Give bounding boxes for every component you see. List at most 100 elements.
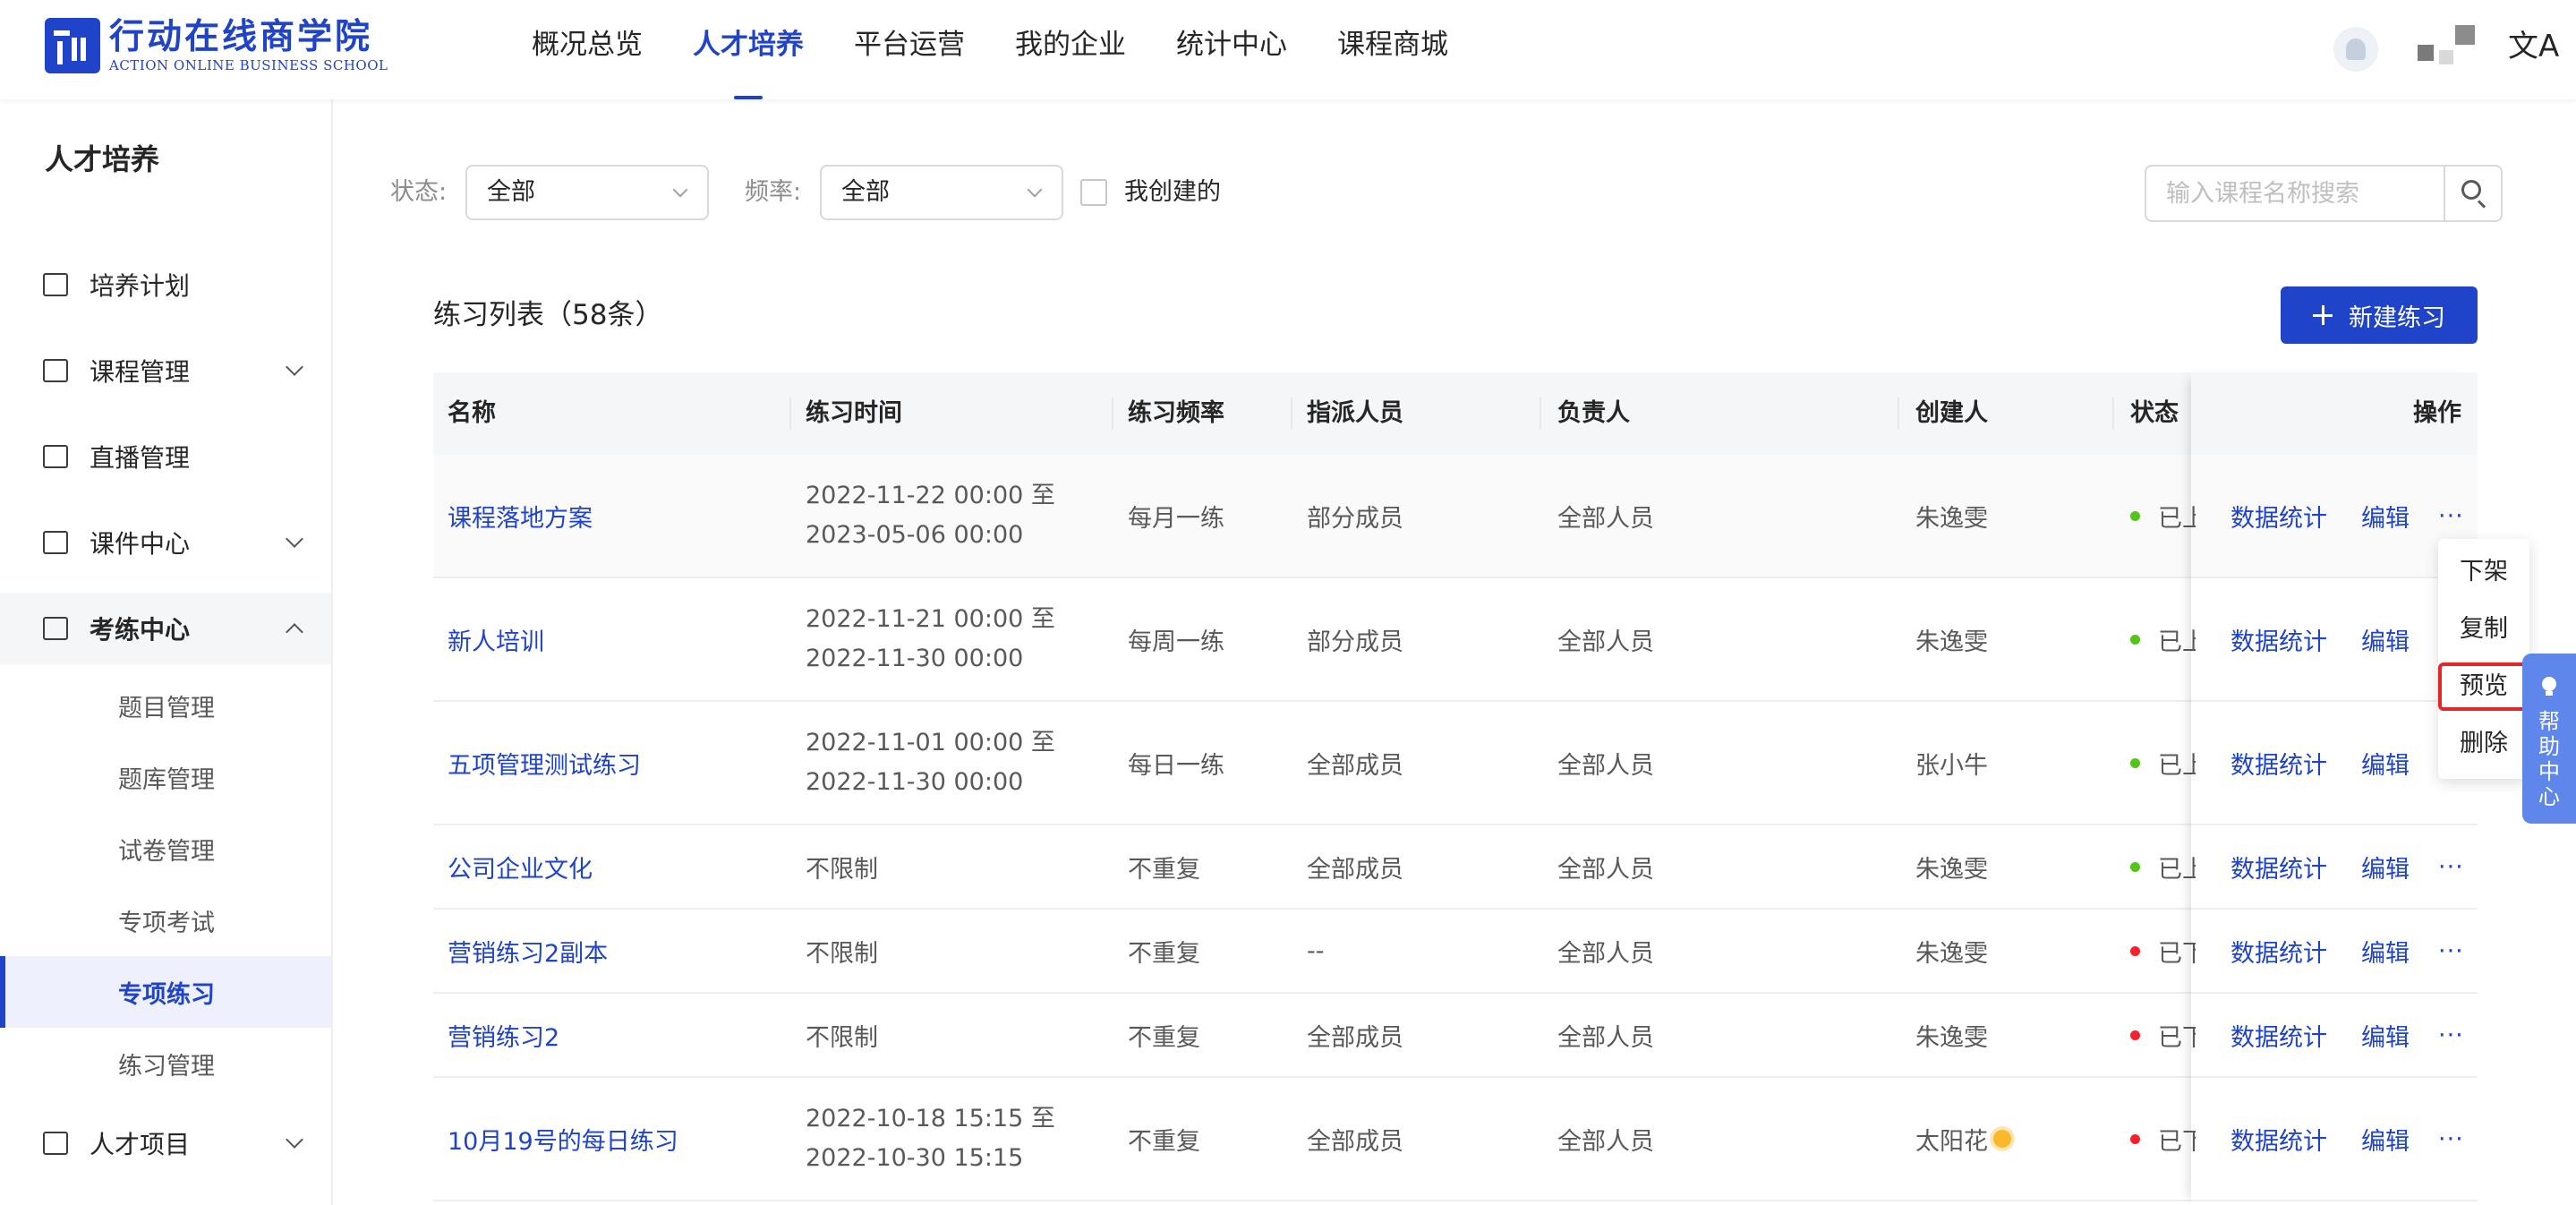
status-text: 已上架 [2158,628,2196,656]
exam-icon [43,617,68,640]
status-text: 已上架 [2158,751,2196,780]
mosaic-block [2455,25,2475,45]
col-divider [789,397,791,430]
edit-link[interactable]: 编辑 [2361,1078,2410,1200]
practice-name-link[interactable]: 公司企业文化 [448,825,593,908]
search-button[interactable] [2444,167,2501,220]
stats-link[interactable]: 数据统计 [2231,825,2327,908]
col-divider [2112,397,2114,430]
time-end: 2022-10-30 15:15 [806,1144,1024,1172]
practice-name-link[interactable]: 营销练习2副本 [448,910,608,992]
menu-item-unpublish[interactable]: 下架 [2438,548,2529,596]
menu-item-copy[interactable]: 复制 [2438,605,2529,654]
menu-item-delete[interactable]: 删除 [2438,720,2529,768]
more-icon[interactable]: ··· [2438,825,2464,908]
practice-frequency: 不重复 [1128,855,1200,884]
sidebar-item-talent-project[interactable]: 人才项目 [0,1107,331,1179]
practice-name-link[interactable]: 五项管理测试练习 [448,702,641,824]
edit-link[interactable]: 编辑 [2361,578,2410,700]
stats-link[interactable]: 数据统计 [2231,702,2327,824]
sidebar-item-label: 课件中心 [90,529,191,559]
sidebar-subitem-questions[interactable]: 题目管理 [0,670,331,741]
edit-link[interactable]: 编辑 [2361,910,2410,992]
practice-frequency: 不重复 [1128,1023,1200,1052]
sidebar-item-label: 考练中心 [90,615,191,645]
new-practice-button[interactable]: 新建练习 [2281,286,2478,344]
table-row: 营销练习2 不限制 不重复 全部成员 全部人员 朱逸雯 已下架 数据统计 编辑 … [433,994,2478,1078]
time-end: 2022-11-30 00:00 [806,768,1024,796]
practice-assignee: -- [1307,936,1325,965]
sidebar-item-exam[interactable]: 考练中心 [0,593,331,664]
status-select-value: 全部 [487,178,535,206]
translate-icon[interactable]: 文A [2508,27,2559,66]
practice-name-link[interactable]: 课程落地方案 [448,455,593,577]
practice-name-link[interactable]: 营销练习2 [448,994,559,1076]
sidebar: 人才培养 培养计划 课程管理 直播管理 课件中心 考练中心 题目管理 题库管理 … [0,99,333,1205]
practice-owner: 全部人员 [1557,628,1654,656]
status-badge: 已上架 [2130,702,2196,824]
logo-mark-icon [45,18,100,73]
practice-owner: 全部人员 [1557,751,1654,780]
mine-checkbox-label[interactable]: 我创建的 [1124,165,1221,220]
top-header: 行动在线商学院 ACTION ONLINE BUSINESS SCHOOL 概况… [0,0,2576,99]
avatar[interactable] [2333,27,2378,72]
user-name-obscured[interactable] [2412,25,2475,64]
more-icon[interactable]: ··· [2438,910,2464,992]
stats-link[interactable]: 数据统计 [2231,910,2327,992]
sidebar-subitem-special-exam[interactable]: 专项考试 [0,885,331,956]
stats-link[interactable]: 数据统计 [2231,1078,2327,1200]
more-icon[interactable]: ··· [2438,994,2464,1076]
nav-enterprise[interactable]: 我的企业 [1015,0,1126,99]
practice-frequency: 每月一练 [1128,504,1224,533]
status-select[interactable]: 全部 [465,165,709,220]
edit-link[interactable]: 编辑 [2361,702,2410,824]
practice-time: 不限制 [806,1023,878,1052]
sidebar-subitem-papers[interactable]: 试卷管理 [0,813,331,885]
sidebar-item-courseware[interactable]: 课件中心 [0,507,331,578]
practice-creator: 太阳花 [1915,1078,2011,1200]
status-text: 已下架 [2158,1023,2196,1052]
edit-link[interactable]: 编辑 [2361,994,2410,1076]
nav-mall[interactable]: 课程商城 [1337,0,1448,99]
more-icon[interactable]: ··· [2438,1078,2464,1200]
logo[interactable]: 行动在线商学院 ACTION ONLINE BUSINESS SCHOOL [45,18,388,73]
menu-item-preview[interactable]: 预览 [2438,662,2529,711]
practice-frequency: 不重复 [1128,1127,1200,1156]
practice-name-link[interactable]: 10月19号的每日练习 [448,1078,678,1200]
col-divider [1291,397,1292,430]
mosaic-block [2439,50,2453,64]
stats-link[interactable]: 数据统计 [2231,455,2327,577]
user-icon [2346,38,2366,60]
sidebar-item-label: 课程管理 [90,357,191,387]
nav-operation[interactable]: 平台运营 [854,0,965,99]
status-badge: 已上架 [2130,578,2196,700]
edit-link[interactable]: 编辑 [2361,455,2410,577]
sidebar-item-course[interactable]: 课程管理 [0,335,331,406]
stats-link[interactable]: 数据统计 [2231,578,2327,700]
nav-overview[interactable]: 概况总览 [532,0,643,99]
creator-name: 太阳花 [1915,1127,1988,1156]
sidebar-subitem-practice-manage[interactable]: 练习管理 [0,1028,331,1099]
nav-statistics[interactable]: 统计中心 [1176,0,1287,99]
practice-name-link[interactable]: 新人培训 [448,578,544,700]
nav-talent[interactable]: 人才培养 [693,0,804,99]
sidebar-item-live[interactable]: 直播管理 [0,421,331,492]
help-center-button[interactable]: 帮助中心 [2522,654,2576,824]
chevron-down-icon [286,358,303,376]
col-divider [1898,397,1899,430]
col-assignee: 指派人员 [1307,399,1403,427]
frequency-select[interactable]: 全部 [820,165,1063,220]
status-text: 已上架 [2158,855,2196,884]
practice-time: 2022-11-01 00:00 至 2022-11-30 00:00 [806,702,1055,824]
edit-link[interactable]: 编辑 [2361,825,2410,908]
search-input[interactable] [2148,168,2438,218]
chevron-down-icon [1027,182,1043,198]
col-owner: 负责人 [1557,399,1630,427]
sidebar-subitem-special-practice[interactable]: 专项练习 [0,956,331,1028]
sidebar-item-plan[interactable]: 培养计划 [0,249,331,320]
sidebar-subitem-question-bank[interactable]: 题库管理 [0,741,331,813]
practice-owner: 全部人员 [1557,504,1654,533]
stats-link[interactable]: 数据统计 [2231,994,2327,1076]
mine-checkbox[interactable] [1080,179,1107,206]
practice-time: 2022-11-21 00:00 至 2022-11-30 00:00 [806,578,1055,700]
